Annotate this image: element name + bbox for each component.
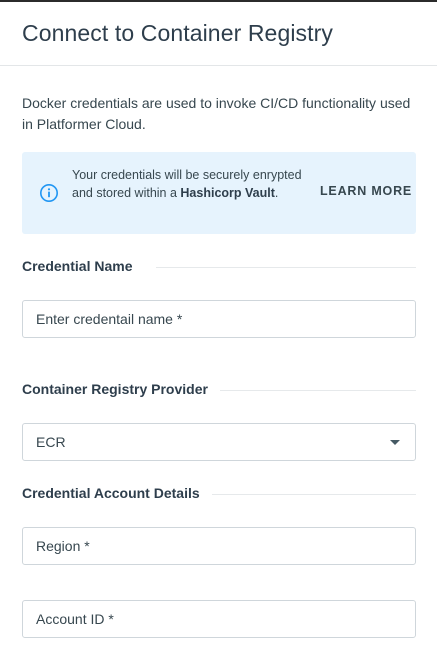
- section-label-account-details: Credential Account Details: [22, 485, 212, 501]
- account-id-placeholder: Account ID *: [36, 611, 114, 627]
- chevron-down-icon[interactable]: [390, 440, 400, 445]
- info-banner: Your credentials will be securely enrypt…: [22, 152, 416, 234]
- learn-more-link[interactable]: LEARN MORE: [320, 184, 412, 198]
- credential-name-placeholder: Enter credentail name *: [36, 311, 183, 327]
- account-id-input[interactable]: Account ID *: [22, 600, 416, 638]
- info-banner-text: Your credentials will be securely enrypt…: [72, 166, 307, 202]
- section-divider: [156, 267, 416, 268]
- region-input[interactable]: Region *: [22, 527, 416, 565]
- dialog-title: Connect to Container Registry: [22, 20, 333, 46]
- info-text-vault: Hashicorp Vault: [180, 186, 275, 200]
- dialog-header: Connect to Container Registry: [0, 2, 437, 66]
- provider-selected-value: ECR: [36, 434, 66, 450]
- dialog-description: Docker credentials are used to invoke CI…: [22, 95, 411, 132]
- provider-select[interactable]: ECR: [22, 423, 416, 461]
- section-label-provider: Container Registry Provider: [22, 381, 220, 397]
- section-account-details: Credential Account Details: [22, 485, 416, 505]
- info-icon: [40, 184, 58, 202]
- credential-name-input[interactable]: Enter credentail name *: [22, 300, 416, 338]
- section-credential-name: Credential Name: [22, 258, 416, 278]
- section-provider: Container Registry Provider: [22, 381, 416, 401]
- section-divider: [216, 390, 416, 391]
- section-label-credential-name: Credential Name: [22, 258, 145, 274]
- section-divider: [211, 494, 416, 495]
- info-text-suffix: .: [274, 186, 279, 200]
- region-placeholder: Region *: [36, 538, 90, 554]
